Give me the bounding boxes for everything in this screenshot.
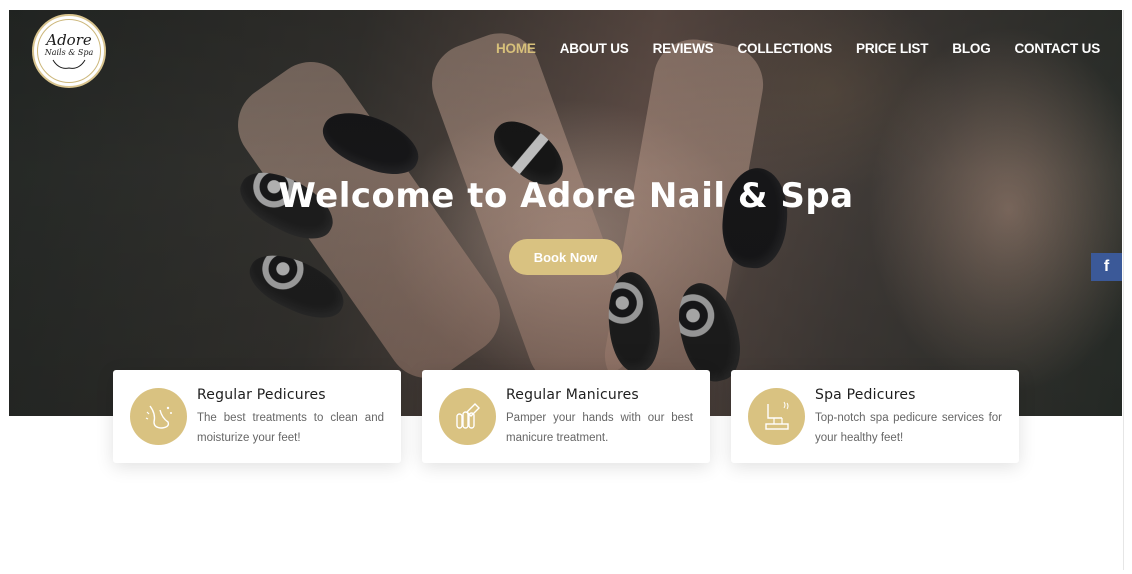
hero-title: Welcome to Adore Nail & Spa (278, 176, 854, 216)
spa-chair-icon (748, 388, 805, 445)
logo-sub-text: Nails & Spa (44, 48, 94, 57)
facebook-icon: f (1103, 258, 1110, 275)
nav-about-us[interactable]: ABOUT US (560, 41, 629, 56)
service-description: Top-notch spa pedicure services for your… (815, 412, 1002, 444)
nav-contact-us[interactable]: CONTACT US (1015, 41, 1101, 56)
nav-collections[interactable]: COLLECTIONS (737, 41, 832, 56)
hands-icon (52, 59, 86, 69)
service-description: The best treatments to clean and moistur… (197, 412, 384, 444)
nav-blog[interactable]: BLOG (952, 41, 990, 56)
book-now-button[interactable]: Book Now (509, 239, 622, 275)
service-title: Regular Pedicures (197, 387, 326, 403)
service-title: Spa Pedicures (815, 387, 916, 403)
service-card-manicures[interactable]: Regular Manicures Pamper your hands with… (422, 370, 710, 463)
logo-main-text: Adore (46, 31, 92, 49)
facebook-share-tab[interactable]: f (1091, 253, 1122, 281)
site-logo[interactable]: Adore Nails & Spa (32, 14, 106, 88)
service-card-pedicures[interactable]: Regular Pedicures The best treatments to… (113, 370, 401, 463)
main-nav: HOME ABOUT US REVIEWS COLLECTIONS PRICE … (472, 41, 1100, 56)
manicure-hand-icon (439, 388, 496, 445)
nav-price-list[interactable]: PRICE LIST (856, 41, 928, 56)
page-edge-divider (1123, 10, 1124, 570)
nav-reviews[interactable]: REVIEWS (653, 41, 714, 56)
nav-home[interactable]: HOME (496, 41, 536, 56)
logo-emblem: Adore Nails & Spa (37, 19, 101, 83)
service-description: Pamper your hands with our best manicure… (506, 412, 693, 444)
service-card-spa-pedicures[interactable]: Spa Pedicures Top-notch spa pedicure ser… (731, 370, 1019, 463)
service-title: Regular Manicures (506, 387, 639, 403)
foot-icon (130, 388, 187, 445)
